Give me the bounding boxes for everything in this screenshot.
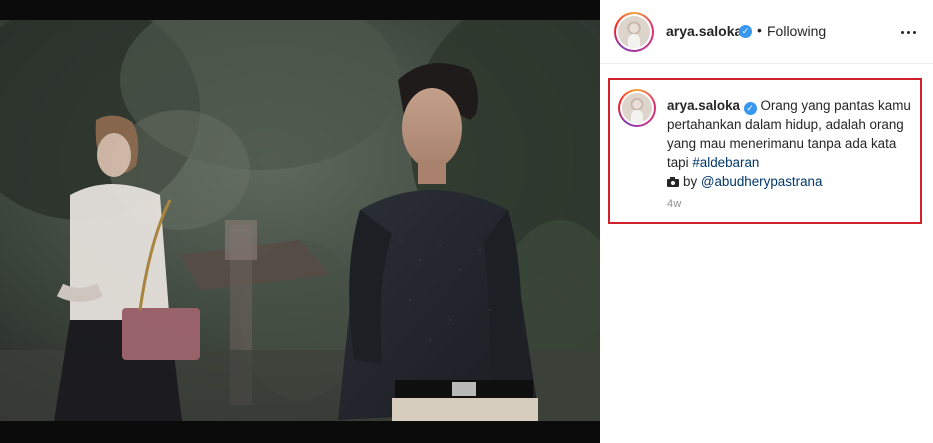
caption-highlight-box: arya.saloka ✓ Orang yang pantas kamu per… [608, 78, 922, 224]
more-options-icon[interactable] [898, 24, 920, 40]
follow-separator: • [757, 22, 762, 38]
photo-scene [0, 20, 600, 421]
post-side-panel: arya.saloka ✓ • Following arya.saloka ✓ … [600, 0, 933, 443]
caption-text: arya.saloka ✓ Orang yang pantas kamu per… [667, 96, 917, 191]
post-timestamp[interactable]: 4w [667, 198, 681, 210]
photo-letterbox-bottom [0, 421, 600, 443]
hashtag-link[interactable]: #aldebaran [692, 155, 759, 170]
following-button[interactable]: Following [767, 23, 826, 39]
post-header: arya.saloka ✓ • Following [600, 0, 933, 64]
photographer-mention-link[interactable]: @abudherypastrana [701, 174, 823, 189]
author-avatar[interactable] [614, 12, 654, 52]
photo-letterbox-top [0, 0, 600, 20]
author-username-link[interactable]: arya.saloka [666, 23, 742, 39]
verified-badge-icon: ✓ [739, 25, 752, 38]
credit-prefix: by [683, 174, 698, 189]
post-photo[interactable] [0, 0, 600, 443]
caption-author-avatar[interactable] [618, 89, 656, 127]
caption-verified-badge-icon: ✓ [743, 102, 757, 115]
caption-author-username-link[interactable]: arya.saloka [667, 98, 740, 113]
camera-icon [667, 177, 679, 187]
